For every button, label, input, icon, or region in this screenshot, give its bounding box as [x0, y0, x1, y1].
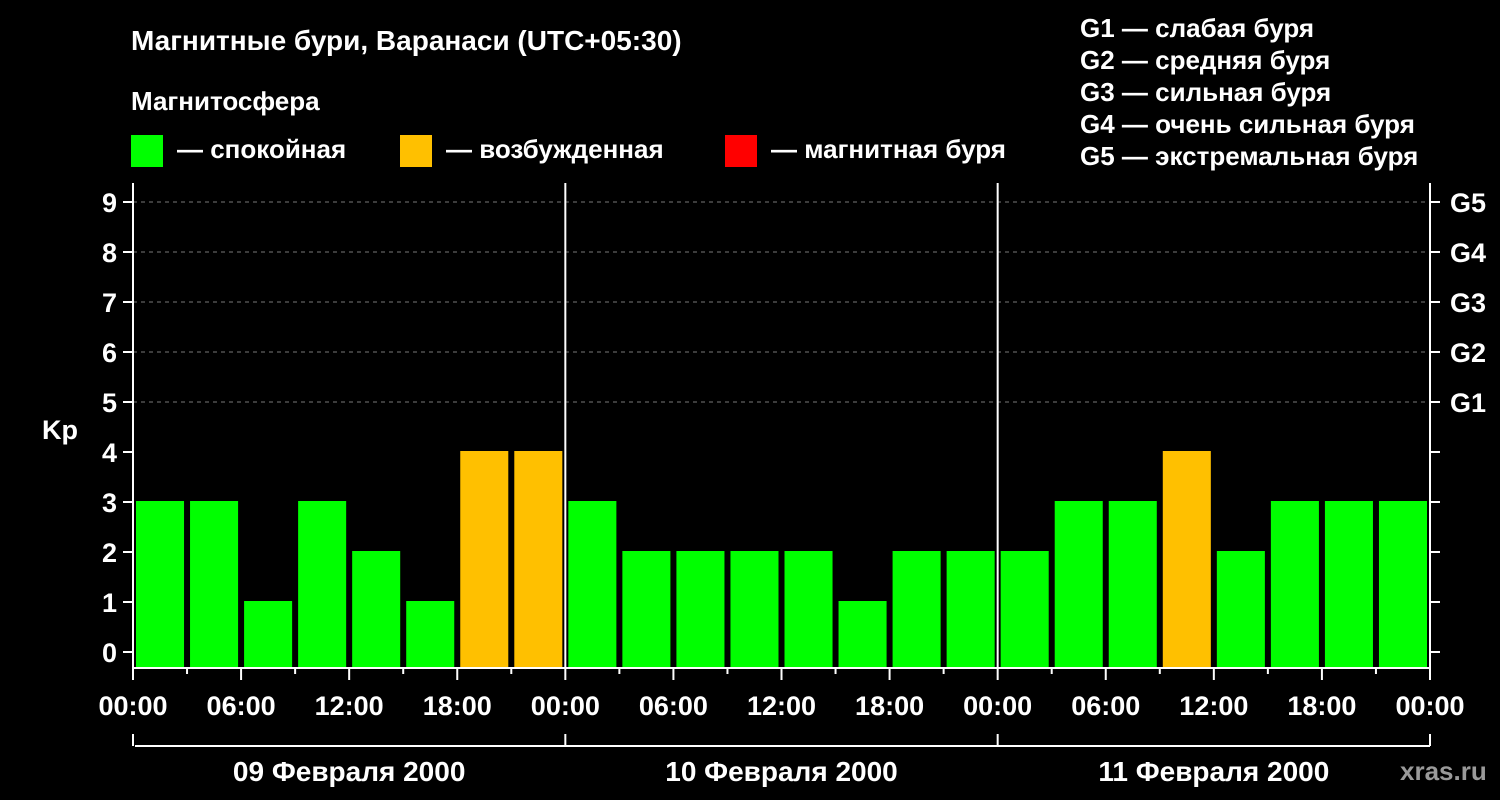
x-tick-label: 18:00: [1287, 691, 1356, 721]
legend-label-storm: — магнитная буря: [771, 134, 1006, 164]
g-scale-g2: G2 — средняя буря: [1080, 45, 1330, 75]
chart-title: Магнитные бури, Варанаси (UTC+05:30): [131, 25, 682, 56]
g-level-label: G2: [1450, 338, 1486, 368]
day-label: 09 Февраля 2000: [233, 756, 465, 787]
y-tick-label: 5: [102, 388, 117, 418]
x-tick-label: 12:00: [747, 691, 816, 721]
g-level-label: G5: [1450, 188, 1486, 218]
x-tick-label: 06:00: [639, 691, 708, 721]
x-tick-label: 06:00: [1071, 691, 1140, 721]
kp-bar: [622, 551, 671, 668]
day-label: 11 Февраля 2000: [1098, 756, 1329, 787]
g-level-label: G3: [1450, 288, 1486, 318]
chart-subtitle: Магнитосфера: [131, 86, 320, 116]
x-tick-label: 18:00: [855, 691, 924, 721]
day-label: 10 Февраля 2000: [665, 756, 897, 787]
kp-bar: [730, 551, 779, 668]
x-tick-label: 12:00: [1179, 691, 1248, 721]
y-tick-label: 9: [102, 188, 117, 218]
x-tick-label: 00:00: [98, 691, 167, 721]
kp-bar: [1054, 501, 1103, 668]
kp-bar: [784, 551, 833, 668]
kp-bar: [1324, 501, 1373, 668]
kp-bar: [1108, 501, 1157, 668]
kp-bar: [244, 601, 293, 668]
legend-swatch-unsettled: [400, 135, 432, 167]
kp-bar: [136, 501, 185, 668]
y-tick-label: 8: [102, 238, 117, 268]
x-tick-label: 06:00: [207, 691, 276, 721]
x-tick-label: 00:00: [531, 691, 600, 721]
x-tick-label: 18:00: [423, 691, 492, 721]
kp-bar: [1216, 551, 1265, 668]
kp-bar: [946, 551, 995, 668]
watermark: xras.ru: [1400, 756, 1487, 786]
g-scale-g5: G5 — экстремальная буря: [1080, 141, 1418, 171]
y-tick-label: 6: [102, 338, 117, 368]
kp-bar: [460, 451, 509, 668]
kp-bar: [1378, 501, 1427, 668]
kp-bar: [1270, 501, 1319, 668]
kp-bar: [406, 601, 455, 668]
y-tick-label: 7: [102, 288, 117, 318]
kp-bar: [676, 551, 725, 668]
y-tick-label: 3: [102, 488, 117, 518]
x-tick-label: 12:00: [315, 691, 384, 721]
y-tick-label: 1: [102, 588, 117, 618]
g-scale-g4: G4 — очень сильная буря: [1080, 109, 1415, 139]
plot-area: 0 1 2 3 4 5 6 7 8 9 G1 G2 G3 G4 G5 00:00 06:00 12:00 18:00…: [98, 183, 1486, 787]
g-level-label: G4: [1450, 238, 1486, 268]
kp-bar: [838, 601, 887, 668]
g-scale-legend: G1 — слабая буря G2 — средняя буря G3 — …: [1080, 13, 1418, 171]
g-scale-g3: G3 — сильная буря: [1080, 77, 1331, 107]
kp-bar: [1000, 551, 1049, 668]
y-axis-label: Kp: [42, 415, 78, 445]
kp-bar: [352, 551, 401, 668]
y-tick-label: 0: [102, 638, 117, 668]
kp-bar: [1162, 451, 1211, 668]
y-tick-label: 4: [102, 438, 117, 468]
legend-swatch-quiet: [131, 135, 163, 167]
legend-label-unsettled: — возбужденная: [446, 134, 664, 164]
g-scale-g1: G1 — слабая буря: [1080, 13, 1314, 43]
kp-bar: [892, 551, 941, 668]
kp-bar: [514, 451, 563, 668]
y-tick-label: 2: [102, 538, 117, 568]
x-tick-label: 00:00: [963, 691, 1032, 721]
g-level-label: G1: [1450, 388, 1486, 418]
kp-bar: [190, 501, 239, 668]
kp-bar: [568, 501, 617, 668]
legend-label-quiet: — спокойная: [177, 134, 346, 164]
legend-swatch-storm: [725, 135, 757, 167]
x-tick-label: 00:00: [1395, 691, 1464, 721]
legend: — спокойная — возбужденная — магнитная б…: [131, 134, 1006, 167]
kp-bar: [298, 501, 347, 668]
kp-chart: Магнитные бури, Варанаси (UTC+05:30) Маг…: [42, 13, 1487, 787]
